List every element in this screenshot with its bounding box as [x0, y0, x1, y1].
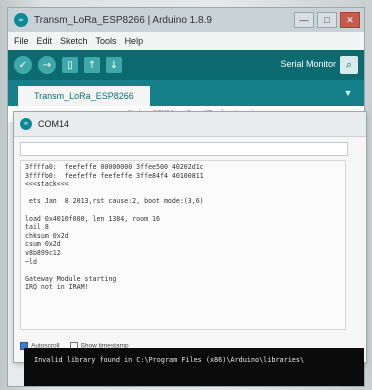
upload-button[interactable]: → [38, 56, 56, 74]
maximize-button[interactable]: □ [317, 12, 337, 28]
serial-output-line: chksum 0x2d [25, 231, 69, 240]
title-bar: ∞ Transm_LoRa_ESP8266 | Arduino 1.8.9 — … [8, 8, 364, 32]
serial-monitor-button[interactable]: ⌕ [340, 56, 358, 74]
serial-output-line: <<<stack<<< [25, 180, 69, 189]
verify-button[interactable]: ✓ [14, 56, 32, 74]
window-controls: — □ ✕ [294, 12, 360, 28]
arrow-right-icon: → [42, 59, 52, 71]
serial-output-line: csum 0x2d [25, 240, 61, 249]
save-button[interactable]: ↓ [106, 57, 122, 73]
magnifier-icon: ⌕ [345, 58, 353, 71]
tab-sketch[interactable]: Transm_LoRa_ESP8266 [18, 86, 150, 106]
menu-help[interactable]: Help [125, 36, 144, 46]
menu-bar: File Edit Sketch Tools Help [8, 32, 364, 50]
serial-monitor-title-bar: ∞ COM14 [14, 112, 366, 137]
close-button[interactable]: ✕ [340, 12, 360, 28]
serial-output-line [25, 189, 341, 198]
menu-file[interactable]: File [14, 36, 29, 46]
menu-edit[interactable]: Edit [37, 36, 53, 46]
console-panel: Invalid library found in C:\Program File… [24, 348, 364, 386]
serial-monitor-label: Serial Monitor [280, 59, 336, 69]
serial-monitor-window: ∞ COM14 3ffffa0: feefeffe 00000000 3ffee… [14, 112, 366, 362]
menu-sketch[interactable]: Sketch [60, 36, 88, 46]
tab-menu-chevron-icon[interactable]: ▼ [342, 88, 354, 98]
serial-output-line: 3ffffa0: feefeffe 00000000 3ffee500 4020… [25, 163, 204, 171]
arrow-up-icon: ↑ [87, 59, 97, 71]
serial-port-title: COM14 [38, 119, 70, 129]
arrow-down-icon: ↓ [109, 59, 119, 71]
serial-send-input[interactable] [20, 142, 348, 156]
serial-output-line [25, 206, 341, 215]
serial-output-line: tail 8 [25, 223, 49, 232]
serial-output-line: 3ffffb0: feefeffe feefeffe 3ffe84f4 4010… [25, 171, 204, 180]
menu-tools[interactable]: Tools [96, 36, 117, 46]
window-title: Transm_LoRa_ESP8266 | Arduino 1.8.9 [34, 14, 212, 26]
toolbar: ✓ → ▯ ↑ ↓ Serial Monitor ⌕ [8, 50, 364, 80]
serial-output-line: load 0x4010f000, len 1384, room 16 [25, 214, 160, 223]
new-button[interactable]: ▯ [62, 57, 78, 73]
serial-output-line: v8b899c12 [25, 248, 61, 257]
serial-output-line [25, 266, 341, 275]
open-button[interactable]: ↑ [84, 57, 100, 73]
file-icon: ▯ [67, 59, 73, 71]
arduino-logo-icon: ∞ [14, 13, 28, 27]
serial-output-line: ~ld [25, 257, 37, 266]
serial-output-line: ets Jan 8 2013,rst cause:2, boot mode:(3… [25, 197, 204, 206]
serial-output-line: IRQ not in IRAM! [25, 283, 89, 292]
serial-output-line: Gateway Module starting [25, 274, 117, 283]
tab-row: Transm_LoRa_ESP8266 ▼ [8, 80, 364, 106]
serial-output: 3ffffa0: feefeffe 00000000 3ffee500 4020… [20, 160, 346, 330]
check-icon: ✓ [18, 59, 28, 71]
arduino-logo-icon: ∞ [20, 118, 32, 130]
minimize-button[interactable]: — [294, 12, 314, 28]
console-message: Invalid library found in C:\Program File… [34, 356, 305, 364]
